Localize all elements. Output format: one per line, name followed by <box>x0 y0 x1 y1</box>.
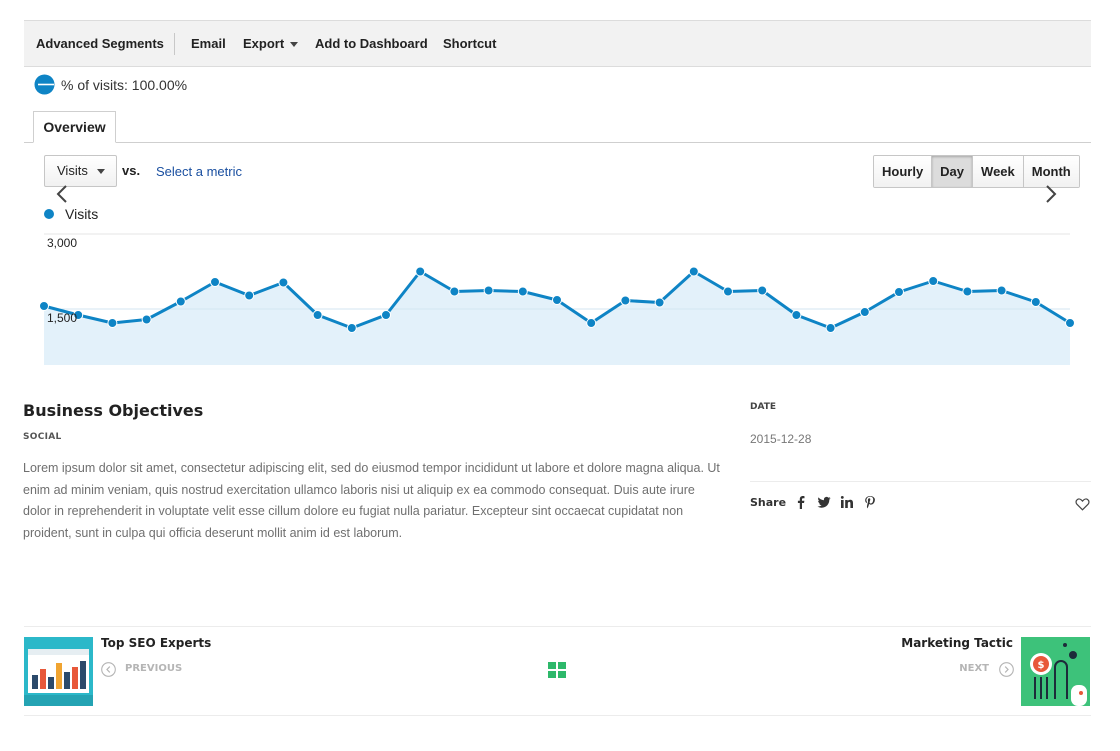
segment-percent-text: % of visits: 100.00% <box>61 77 188 93</box>
linkedin-icon[interactable] <box>840 495 854 509</box>
data-point <box>141 314 152 325</box>
svg-text:$: $ <box>1038 660 1045 671</box>
post-category[interactable]: SOCIAL <box>23 432 62 442</box>
vs-label: vs. <box>122 163 141 178</box>
data-point <box>312 310 323 320</box>
y-tick-label: 1,500 <box>47 311 78 325</box>
data-point <box>483 285 494 296</box>
data-point <box>210 277 220 287</box>
shortcut-button[interactable]: Shortcut <box>443 21 496 66</box>
visits-chart <box>39 233 1075 365</box>
data-point <box>346 323 357 333</box>
data-point <box>894 287 904 297</box>
next-post-link[interactable]: NEXT <box>959 663 989 674</box>
data-point <box>688 266 699 277</box>
data-point <box>175 296 186 307</box>
y-tick-label: 3,000 <box>47 236 78 250</box>
data-point <box>723 286 733 297</box>
data-point <box>415 266 426 277</box>
meta-divider <box>750 481 1091 482</box>
chevron-left-circle-icon[interactable] <box>101 662 116 677</box>
grid-icon[interactable] <box>548 662 566 678</box>
day-button[interactable]: Day <box>931 156 973 187</box>
week-button[interactable]: Week <box>972 156 1023 187</box>
data-point <box>928 276 939 286</box>
post-body: Lorem ipsum dolor sit amet, consectetur … <box>23 461 720 540</box>
chevron-down-icon <box>290 42 299 48</box>
data-point <box>586 318 597 328</box>
next-post-thumbnail[interactable]: $ <box>1021 637 1090 706</box>
data-point <box>859 307 870 317</box>
nav-divider-bottom <box>24 715 1091 716</box>
data-point <box>620 295 631 306</box>
date-label: DATE <box>750 402 777 412</box>
data-point <box>791 310 802 320</box>
facebook-icon[interactable] <box>794 495 808 509</box>
previous-post-title[interactable]: Top SEO Experts <box>101 636 211 650</box>
post-title: Business Objectives <box>23 401 204 420</box>
previous-post-link[interactable]: PREVIOUS <box>125 663 182 674</box>
data-point <box>825 323 836 333</box>
next-post-title[interactable]: Marketing Tactic <box>901 636 1013 650</box>
previous-post-thumbnail[interactable] <box>24 637 93 706</box>
data-point <box>1065 318 1075 328</box>
tab-divider <box>24 142 1091 143</box>
add-to-dashboard-button[interactable]: Add to Dashboard <box>315 21 428 66</box>
export-label: Export <box>243 36 285 51</box>
email-button[interactable]: Email <box>191 21 226 66</box>
data-point <box>449 286 460 297</box>
chevron-down-icon <box>97 169 105 174</box>
data-point <box>757 285 768 296</box>
chevron-right-circle-icon[interactable] <box>999 662 1014 677</box>
select-metric-link[interactable]: Select a metric <box>156 164 242 179</box>
legend-dot <box>44 209 54 219</box>
chevron-left-icon[interactable] <box>53 183 71 205</box>
data-point <box>1030 297 1041 307</box>
heart-icon[interactable] <box>1075 497 1090 511</box>
data-point <box>39 301 49 311</box>
data-point <box>517 286 528 297</box>
report-toolbar: Advanced Segments Email Export Add to Da… <box>24 20 1091 67</box>
metric-dropdown-value: Visits <box>57 163 88 178</box>
legend-label: Visits <box>65 206 99 222</box>
data-point <box>996 285 1007 296</box>
pinterest-icon[interactable] <box>863 495 877 509</box>
data-point <box>278 277 289 288</box>
data-point <box>552 295 562 305</box>
advanced-segments-button[interactable]: Advanced Segments <box>36 21 164 66</box>
data-point <box>381 310 391 320</box>
data-point <box>962 286 973 297</box>
tab-overview[interactable]: Overview <box>33 111 116 143</box>
share-label: Share <box>750 496 787 509</box>
hourly-button[interactable]: Hourly <box>874 156 932 187</box>
export-button[interactable]: Export <box>243 21 299 66</box>
data-point <box>244 290 255 301</box>
twitter-icon[interactable] <box>817 495 831 509</box>
data-point <box>107 318 118 328</box>
data-point <box>654 297 665 308</box>
chevron-right-icon[interactable] <box>1042 183 1060 205</box>
date-value: 2015-12-28 <box>750 432 812 446</box>
toolbar-divider <box>174 33 175 55</box>
segment-pie-icon <box>34 74 55 95</box>
nav-divider-top <box>24 626 1091 627</box>
